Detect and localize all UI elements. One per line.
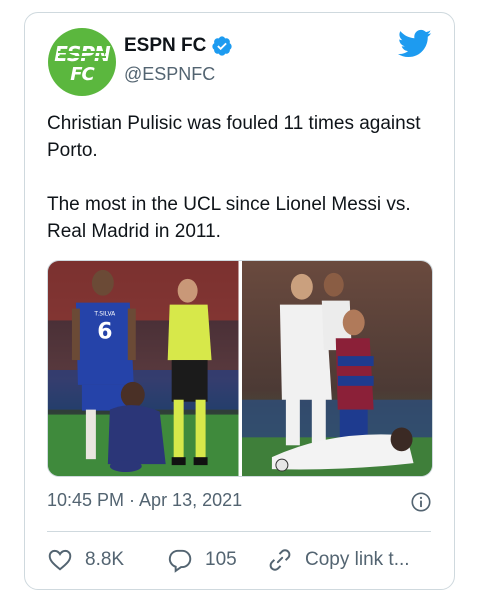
- like-count: 8.8K: [85, 549, 125, 570]
- copy-link-button[interactable]: Copy link t...: [267, 547, 410, 573]
- account-name-row: ESPN FC: [124, 35, 233, 57]
- tweet-text: Christian Pulisic was fouled 11 times ag…: [47, 110, 437, 245]
- like-button[interactable]: 8.8K: [47, 547, 167, 573]
- avatar-logo-line1: ESPN: [54, 42, 110, 66]
- tweet-paragraph-2: The most in the UCL since Lionel Messi v…: [47, 194, 411, 242]
- reply-bubble-icon: [168, 549, 192, 573]
- tweet-paragraph-1: Christian Pulisic was fouled 11 times ag…: [47, 113, 421, 161]
- tweet-timestamp[interactable]: 10:45 PM · Apr 13, 2021: [47, 490, 242, 511]
- photo-messi-madrid-image: [241, 261, 432, 476]
- reply-count: 105: [205, 549, 237, 570]
- photo-pulisic-silva-image: T.SILVA 6: [48, 261, 239, 476]
- account-name[interactable]: ESPN FC: [124, 35, 206, 57]
- account-avatar[interactable]: ESPN FC: [48, 28, 116, 96]
- tweet-media[interactable]: T.SILVA 6: [47, 260, 433, 477]
- account-handle[interactable]: @ESPNFC: [124, 64, 215, 85]
- twitter-bird-icon[interactable]: [398, 29, 432, 59]
- jersey-name: T.SILVA: [93, 311, 116, 318]
- info-icon[interactable]: [410, 491, 432, 513]
- divider: [47, 531, 431, 532]
- jersey-number: 6: [97, 319, 112, 344]
- copy-link-label: Copy link t...: [305, 549, 410, 570]
- link-icon: [269, 549, 291, 571]
- tweet-actions: 8.8K 105 Copy link t...: [47, 543, 410, 577]
- tweet-card[interactable]: ESPN FC ESPN FC @ESPNFC Christian Pulisi…: [24, 12, 455, 590]
- avatar-logo-line2: FC: [70, 64, 95, 85]
- verified-badge-icon: [212, 36, 232, 56]
- reply-button[interactable]: 105: [167, 547, 267, 573]
- photo-messi-madrid[interactable]: [241, 261, 432, 476]
- heart-icon: [48, 549, 72, 571]
- photo-pulisic-silva[interactable]: T.SILVA 6: [48, 261, 239, 476]
